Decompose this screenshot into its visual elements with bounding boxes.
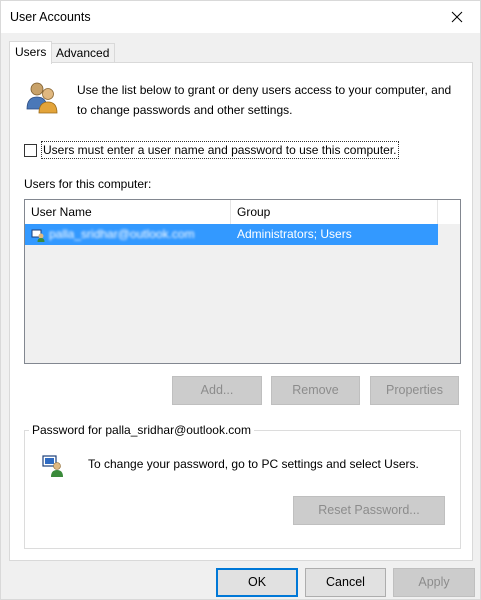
require-login-checkbox[interactable] [24,143,37,157]
users-listview[interactable]: User Name Group palla_sridhar@outlook.co… [24,199,461,364]
user-name-cell: palla_sridhar@outlook.com [31,224,195,245]
close-icon [451,11,463,23]
close-button[interactable] [434,1,480,33]
apply-button[interactable]: Apply [393,568,475,597]
user-icon [31,229,45,242]
cancel-button[interactable]: Cancel [305,568,386,597]
password-instructions: To change your password, go to PC settin… [88,457,419,471]
add-button[interactable]: Add... [172,376,262,405]
reset-password-button[interactable]: Reset Password... [293,496,445,525]
user-group-cell: Administrators; Users [237,227,352,241]
window-title: User Accounts [10,10,91,24]
table-row[interactable]: palla_sridhar@outlook.com Administrators… [25,224,438,245]
user-password-icon [42,455,63,477]
properties-button[interactable]: Properties [370,376,459,405]
intro-text: Use the list below to grant or deny user… [77,83,452,117]
password-groupbox: Password for palla_sridhar@outlook.com T… [24,423,461,549]
ok-button[interactable]: OK [216,568,298,597]
users-list-label: Users for this computer: [24,177,152,191]
user-accounts-dialog: User Accounts Users Advanced Use the lis… [0,0,481,600]
tab-users[interactable]: Users [9,41,53,64]
password-group-title: Password for palla_sridhar@outlook.com [29,423,254,437]
require-login-row[interactable]: Users must enter a user name and passwor… [24,141,399,159]
remove-button[interactable]: Remove [271,376,360,405]
require-login-label[interactable]: Users must enter a user name and passwor… [41,141,399,159]
list-header: User Name Group [25,200,460,224]
users-tab-panel: Use the list below to grant or deny user… [9,62,473,561]
users-icon [26,82,58,114]
column-header-user-name[interactable]: User Name [25,200,231,224]
user-name: palla_sridhar@outlook.com [49,227,195,241]
column-header-group[interactable]: Group [231,200,438,224]
title-bar: User Accounts [1,1,480,33]
tab-advanced[interactable]: Advanced [50,43,116,63]
